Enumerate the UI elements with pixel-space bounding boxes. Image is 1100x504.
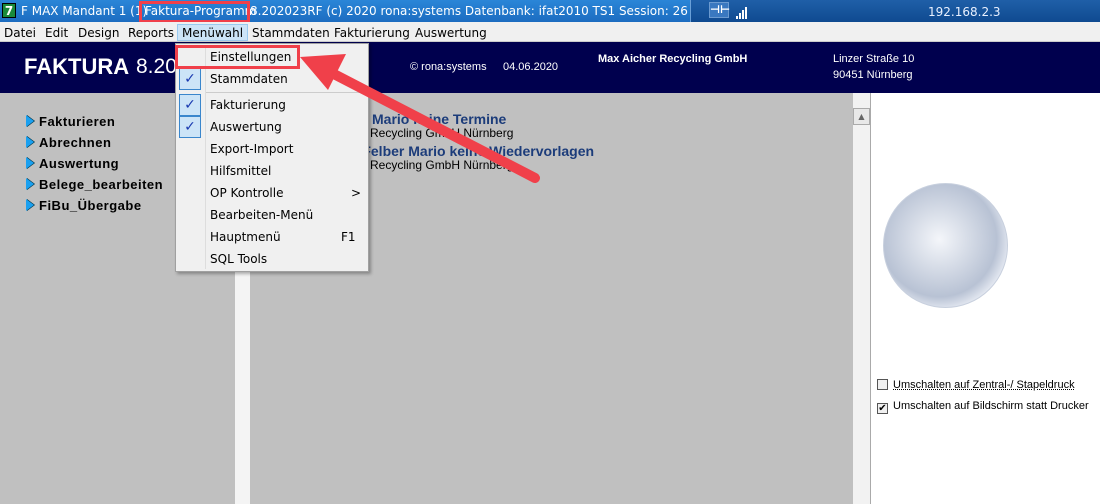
annotation-arrow-icon (300, 54, 540, 183)
